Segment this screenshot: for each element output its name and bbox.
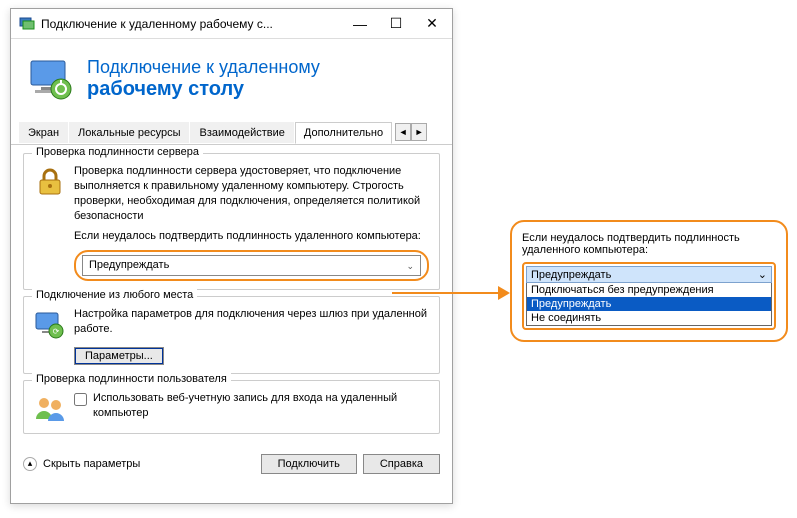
group-user-auth-title: Проверка подлинности пользователя xyxy=(32,373,231,385)
group-user-auth: Проверка подлинности пользователя Исполь… xyxy=(23,380,440,434)
header: Подключение к удаленному рабочему столу xyxy=(11,39,452,119)
header-line2: рабочему столу xyxy=(87,78,320,101)
callout-option-warn[interactable]: Предупреждать xyxy=(527,297,771,311)
rdp-icon xyxy=(27,55,75,103)
lock-icon xyxy=(34,166,66,198)
annotation-arrow-head xyxy=(498,286,510,300)
tab-local-resources[interactable]: Локальные ресурсы xyxy=(69,122,189,143)
footer: ▴ Скрыть параметры Подключить Справка xyxy=(11,448,452,480)
tab-strip: Экран Локальные ресурсы Взаимодействие Д… xyxy=(11,119,452,145)
web-account-label: Использовать веб-учетную запись для вход… xyxy=(93,391,429,421)
window-title: Подключение к удаленному рабочему с... xyxy=(41,17,352,31)
chevron-down-icon: ⌄ xyxy=(758,268,767,281)
help-button[interactable]: Справка xyxy=(363,454,440,474)
callout-dropdown-highlight: Предупреждать ⌄ Подключаться без предупр… xyxy=(522,262,776,330)
dropdown-callout: Если неудалось подтвердить подлинность у… xyxy=(510,220,788,342)
minimize-button[interactable]: — xyxy=(352,16,368,32)
gateway-desc: Настройка параметров для подключения чер… xyxy=(74,307,429,337)
callout-option-dont-connect[interactable]: Не соединять xyxy=(527,311,771,325)
group-server-auth-title: Проверка подлинности сервера xyxy=(32,146,203,158)
callout-prompt: Если неудалось подтвердить подлинность у… xyxy=(522,232,776,256)
window-controls: — ☐ ✕ xyxy=(352,16,444,32)
header-line1: Подключение к удаленному xyxy=(87,57,320,78)
rdp-dialog: Подключение к удаленному рабочему с... —… xyxy=(10,8,453,504)
hide-options-label: Скрыть параметры xyxy=(43,458,140,470)
group-gateway-title: Подключение из любого места xyxy=(32,289,197,301)
group-server-auth: Проверка подлинности сервера Проверка по… xyxy=(23,153,440,290)
callout-dropdown[interactable]: Предупреждать ⌄ xyxy=(526,266,772,283)
server-auth-prompt: Если неудалось подтвердить подлинность у… xyxy=(74,229,429,244)
tab-screen[interactable]: Экран xyxy=(19,122,68,143)
collapse-icon: ▴ xyxy=(23,457,37,471)
tab-scroll-left[interactable]: ◄ xyxy=(395,123,411,141)
titlebar: Подключение к удаленному рабочему с... —… xyxy=(11,9,452,39)
auth-fail-dropdown[interactable]: Предупреждать ⌄ xyxy=(82,255,421,276)
app-icon xyxy=(19,16,35,32)
hide-options-toggle[interactable]: ▴ Скрыть параметры xyxy=(23,457,255,471)
callout-option-connect[interactable]: Подключаться без предупреждения xyxy=(527,283,771,297)
close-button[interactable]: ✕ xyxy=(424,16,440,32)
web-account-checkbox[interactable] xyxy=(74,393,87,406)
tab-experience[interactable]: Взаимодействие xyxy=(190,122,293,143)
callout-options-list: Подключаться без предупреждения Предупре… xyxy=(526,283,772,326)
chevron-down-icon: ⌄ xyxy=(406,260,414,272)
web-account-checkbox-row[interactable]: Использовать веб-учетную запись для вход… xyxy=(74,391,429,421)
group-gateway: Подключение из любого места ⟳ Настройка … xyxy=(23,296,440,374)
tab-content: Проверка подлинности сервера Проверка по… xyxy=(11,145,452,448)
svg-text:⟳: ⟳ xyxy=(53,327,60,336)
monitor-icon: ⟳ xyxy=(34,309,66,341)
users-icon xyxy=(34,393,66,425)
gateway-settings-button[interactable]: Параметры... xyxy=(74,347,164,365)
annotation-arrow xyxy=(392,292,502,294)
callout-selected: Предупреждать xyxy=(531,269,611,281)
auth-fail-selected: Предупреждать xyxy=(89,258,169,273)
maximize-button[interactable]: ☐ xyxy=(388,16,404,32)
server-auth-desc: Проверка подлинности сервера удостоверяе… xyxy=(74,164,429,223)
header-text: Подключение к удаленному рабочему столу xyxy=(87,57,320,101)
auth-fail-dropdown-highlight: Предупреждать ⌄ xyxy=(74,250,429,281)
tab-scroll-right[interactable]: ► xyxy=(411,123,427,141)
tab-advanced[interactable]: Дополнительно xyxy=(295,122,392,144)
connect-button[interactable]: Подключить xyxy=(261,454,357,474)
